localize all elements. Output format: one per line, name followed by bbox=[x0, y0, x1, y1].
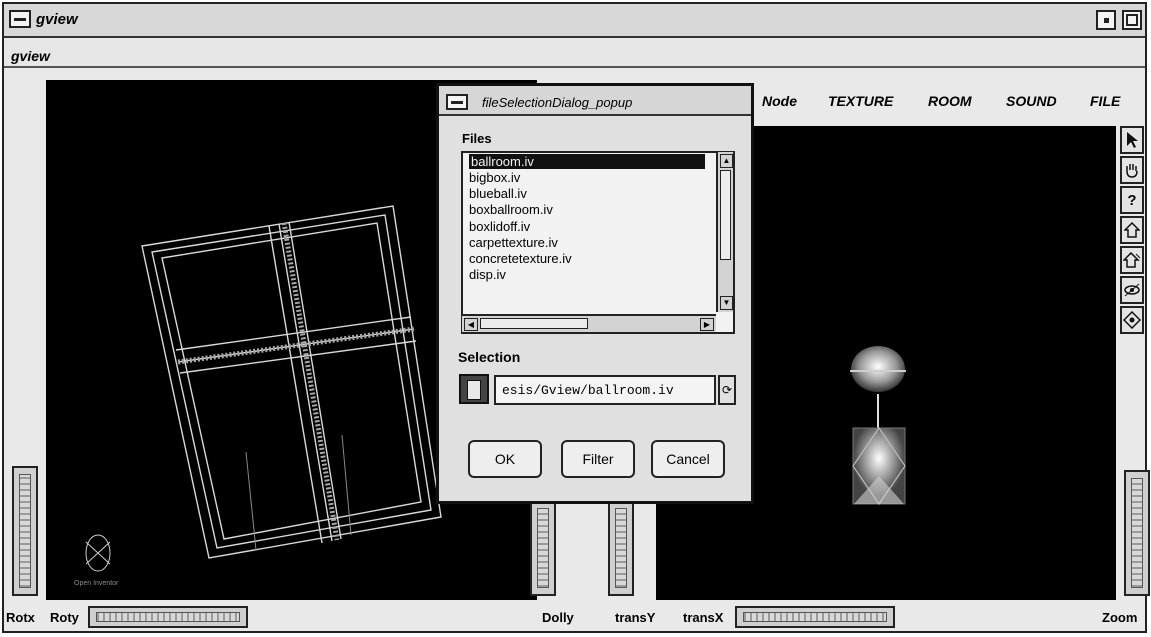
vertical-scroll-thumb[interactable] bbox=[720, 170, 731, 260]
rotx-label: Rotx bbox=[6, 610, 35, 625]
selection-field[interactable]: esis/Gview/ballroom.iv bbox=[494, 375, 716, 405]
ok-button[interactable]: OK bbox=[468, 440, 542, 478]
pointer-arrow-icon[interactable] bbox=[1120, 126, 1144, 154]
menu-item-node[interactable]: Node bbox=[762, 93, 797, 109]
help-glyph: ? bbox=[1127, 191, 1137, 209]
dialog-title: fileSelectionDialog_popup bbox=[482, 95, 633, 110]
menu-item-sound[interactable]: SOUND bbox=[1006, 93, 1057, 109]
maximize-icon[interactable] bbox=[1122, 10, 1142, 30]
menu-bar bbox=[4, 40, 1145, 68]
window-title: gview bbox=[36, 11, 78, 28]
title-bar[interactable] bbox=[4, 4, 1145, 38]
scroll-down-icon[interactable]: ▼ bbox=[720, 296, 733, 310]
dolly-label: Dolly bbox=[542, 610, 574, 625]
drop-pocket-icon[interactable] bbox=[459, 374, 489, 404]
selection-label: Selection bbox=[458, 349, 521, 365]
minimize-icon[interactable] bbox=[1096, 10, 1116, 30]
hand-icon[interactable] bbox=[1120, 156, 1144, 184]
list-item[interactable]: carpettexture.iv bbox=[469, 235, 558, 250]
zoom-label: Zoom bbox=[1102, 610, 1138, 625]
window-menu-icon[interactable] bbox=[9, 10, 31, 28]
menu-item-file[interactable]: FILE bbox=[1090, 93, 1120, 109]
seek-icon[interactable] bbox=[1120, 306, 1144, 334]
cancel-button[interactable]: Cancel bbox=[651, 440, 725, 478]
help-icon[interactable]: ? bbox=[1120, 186, 1144, 214]
list-item[interactable]: bigbox.iv bbox=[469, 170, 520, 185]
list-item[interactable]: disp.iv bbox=[469, 267, 506, 282]
scroll-up-icon[interactable]: ▲ bbox=[720, 154, 733, 168]
files-vertical-scrollbar[interactable]: ▲ ▼ bbox=[716, 152, 733, 312]
list-item[interactable]: boxlidoff.iv bbox=[469, 219, 530, 234]
list-item[interactable]: blueball.iv bbox=[469, 186, 527, 201]
menu-item-texture[interactable]: TEXTURE bbox=[828, 93, 893, 109]
zoom-thumbwheel[interactable] bbox=[1124, 470, 1150, 596]
menu-item-room[interactable]: ROOM bbox=[928, 93, 972, 109]
inventor-logo-text: Open Inventor bbox=[74, 580, 119, 587]
dialog-menu-icon[interactable] bbox=[446, 94, 468, 110]
view-all-icon[interactable] bbox=[1120, 276, 1144, 304]
files-horizontal-scrollbar[interactable]: ◀ ▶ bbox=[462, 314, 716, 332]
filter-button[interactable]: Filter bbox=[561, 440, 635, 478]
list-item[interactable]: concretetexture.iv bbox=[469, 251, 572, 266]
list-item[interactable]: ballroom.iv bbox=[469, 154, 705, 169]
home-icon[interactable] bbox=[1120, 216, 1144, 244]
scroll-left-icon[interactable]: ◀ bbox=[464, 318, 478, 331]
selection-history-icon[interactable]: ⟳ bbox=[718, 375, 736, 405]
transx-thumbwheel[interactable] bbox=[735, 606, 895, 628]
files-list[interactable]: ballroom.iv bigbox.iv blueball.iv boxbal… bbox=[461, 151, 735, 334]
dolly-thumbwheel[interactable] bbox=[530, 500, 556, 596]
scroll-right-icon[interactable]: ▶ bbox=[700, 318, 714, 331]
rotx-thumbwheel[interactable] bbox=[12, 466, 38, 596]
selection-value: esis/Gview/ballroom.iv bbox=[502, 383, 674, 398]
menubar-title: gview bbox=[11, 48, 50, 64]
roty-label: Roty bbox=[50, 610, 79, 625]
transy-label: transY bbox=[615, 610, 656, 625]
list-item[interactable]: boxballroom.iv bbox=[469, 202, 553, 217]
transx-label: transX bbox=[683, 610, 724, 625]
files-label: Files bbox=[462, 131, 492, 146]
transy-thumbwheel[interactable] bbox=[608, 500, 634, 596]
set-home-icon[interactable] bbox=[1120, 246, 1144, 274]
roty-thumbwheel[interactable] bbox=[88, 606, 248, 628]
horizontal-scroll-thumb[interactable] bbox=[480, 318, 588, 329]
